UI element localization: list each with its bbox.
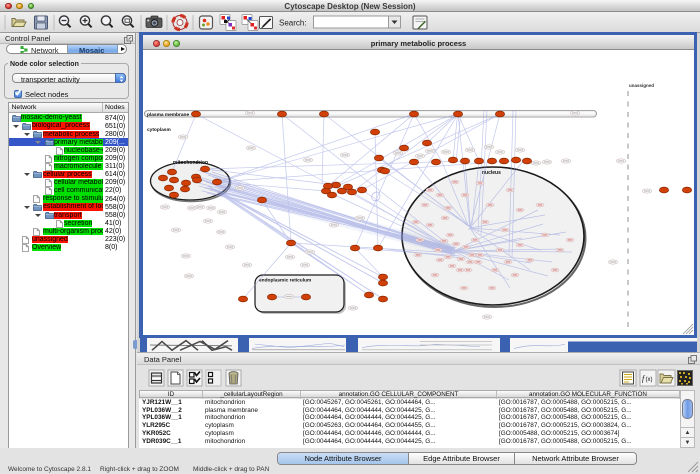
svg-text:(x): (x) xyxy=(646,377,653,383)
svg-text:endoplasmic reticulum: endoplasmic reticulum xyxy=(259,278,311,284)
svg-text:unassigned: unassigned xyxy=(629,83,654,88)
svg-text:plasma membrane: plasma membrane xyxy=(147,112,189,118)
svg-text:Search:: Search: xyxy=(279,19,307,28)
svg-text:cytoplasm: cytoplasm xyxy=(147,127,171,133)
svg-text:mitochondrion: mitochondrion xyxy=(173,160,208,166)
